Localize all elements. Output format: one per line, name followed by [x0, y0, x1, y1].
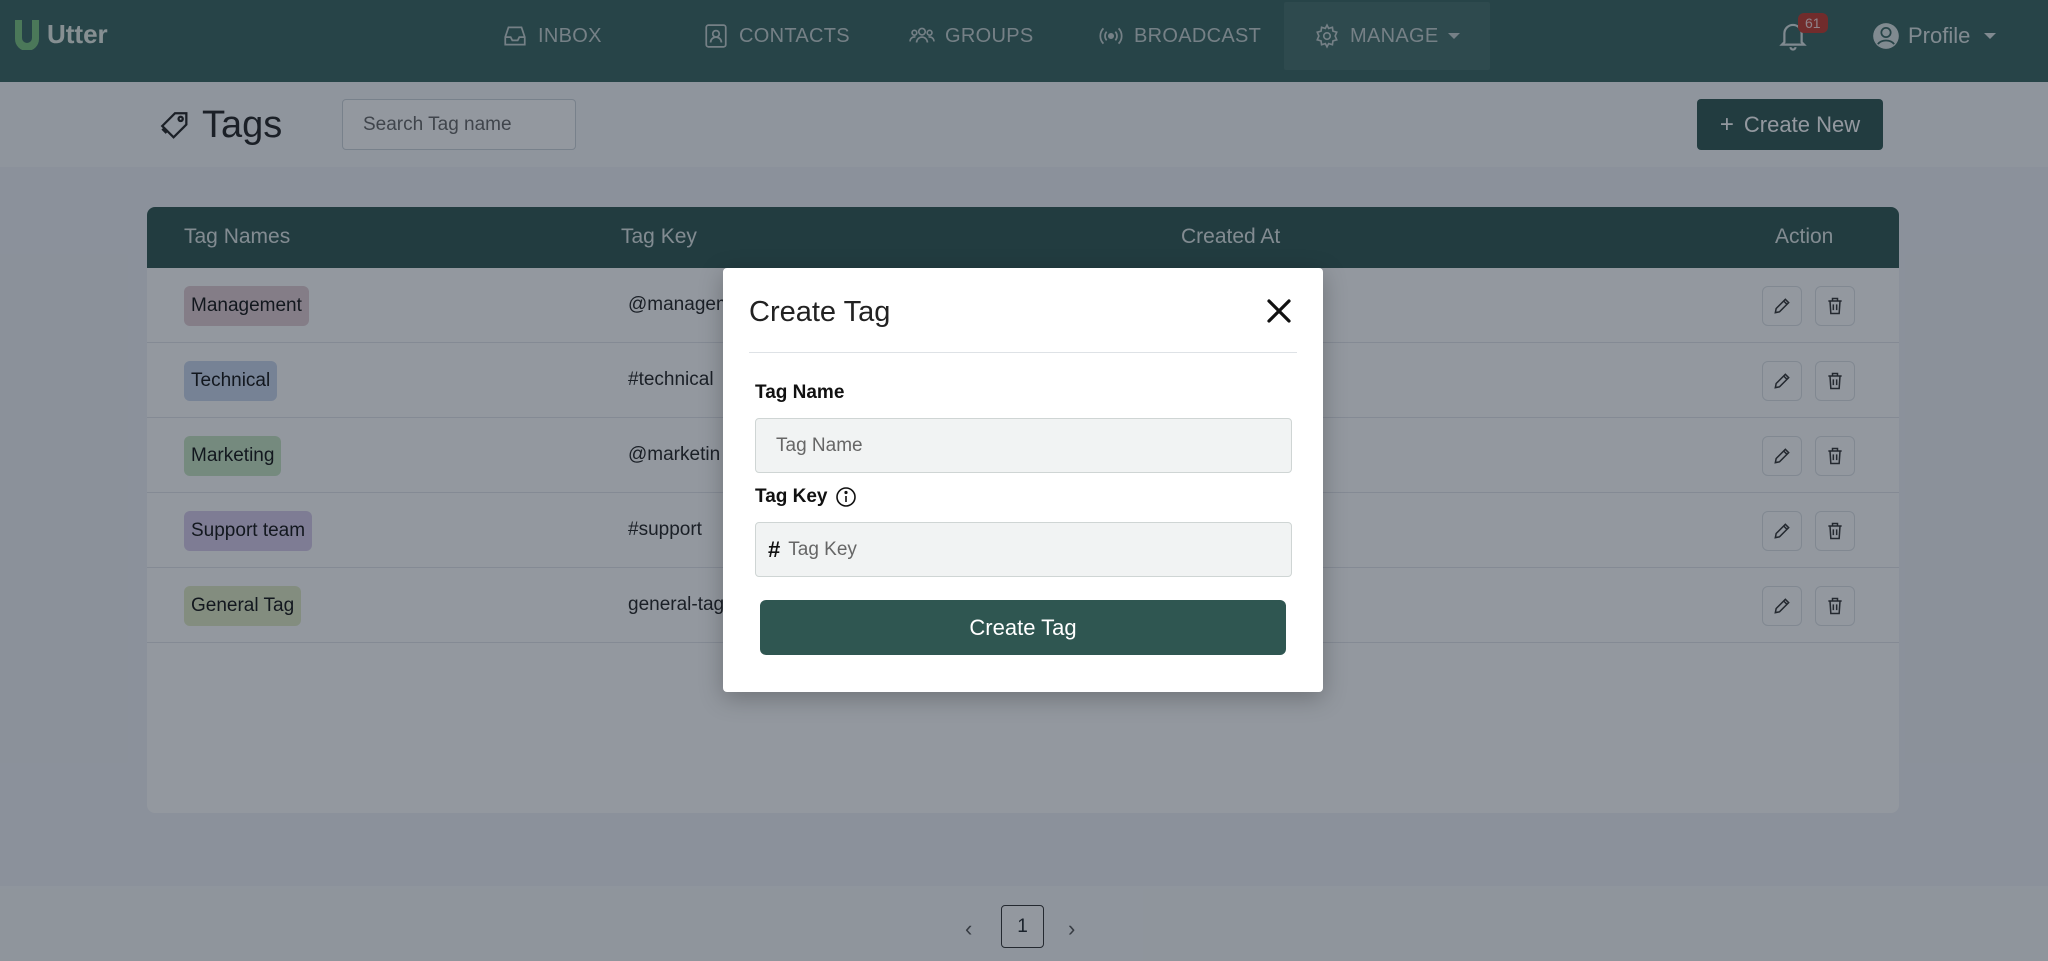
modal-title: Create Tag: [749, 296, 891, 328]
info-icon[interactable]: [834, 485, 858, 509]
tag-key-label-row: Tag Key: [755, 485, 858, 509]
tag-key-label: Tag Key: [755, 486, 828, 507]
create-tag-submit-button[interactable]: Create Tag: [760, 600, 1286, 655]
tag-name-label: Tag Name: [755, 382, 845, 403]
tag-name-input[interactable]: [755, 418, 1292, 473]
tag-key-prefix: #: [768, 536, 781, 562]
create-tag-modal: Create Tag Tag Name Tag Key # Create Tag: [723, 268, 1323, 692]
tag-key-field: #: [755, 522, 1292, 577]
close-icon[interactable]: [1264, 296, 1294, 326]
tag-key-input[interactable]: [788, 524, 1269, 575]
divider: [749, 352, 1297, 353]
